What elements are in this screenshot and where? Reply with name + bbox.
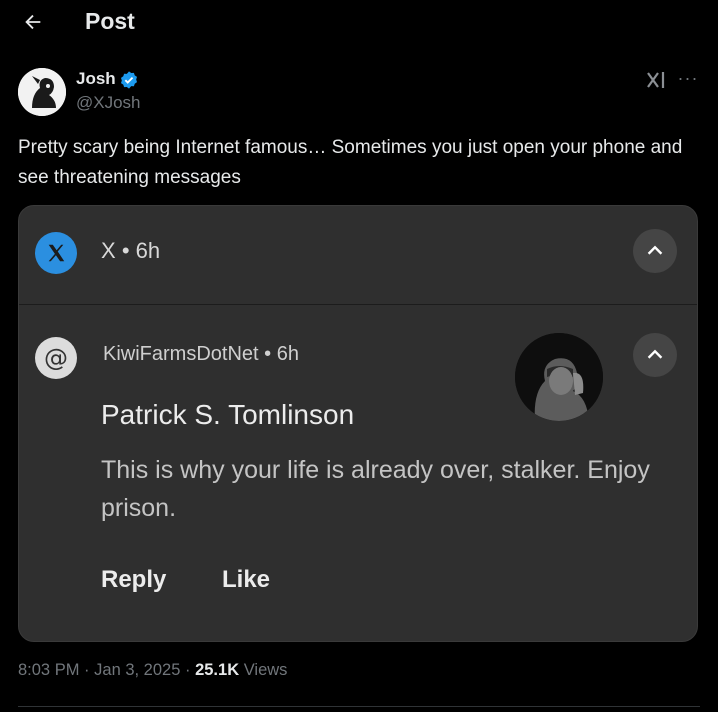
author-handle[interactable]: @XJosh: [76, 93, 141, 113]
divider: [18, 706, 700, 707]
back-button[interactable]: [20, 9, 46, 35]
notification-app-name: X: [101, 238, 116, 263]
reply-action-button[interactable]: Reply: [101, 566, 166, 594]
views-count: 25.1K: [195, 661, 240, 679]
grok-icon: [647, 72, 665, 88]
notification-source-app: KiwiFarmsDotNet: [103, 343, 259, 365]
page-title: Post: [85, 8, 135, 34]
post-time[interactable]: 8:03 PM: [18, 661, 79, 679]
more-options-button[interactable]: ···: [675, 68, 701, 94]
chevron-up-icon: [647, 245, 663, 255]
collapse-button[interactable]: [633, 229, 677, 273]
verified-badge-icon: [121, 71, 137, 89]
chevron-up-icon: [647, 349, 663, 359]
notification-source-line: KiwiFarmsDotNet • 6h: [103, 343, 299, 365]
notification-body: This is why your life is already over, s…: [101, 456, 650, 522]
expand-toggle-button[interactable]: [633, 333, 677, 377]
sender-photo: [515, 333, 603, 421]
arrow-left-icon: [25, 14, 41, 30]
top-bar: Post: [0, 0, 718, 46]
at-sign-icon: @: [35, 337, 77, 379]
notification-header: X • 6h: [19, 206, 697, 305]
post-meta: 8:03 PM · Jan 3, 2025 · 25.1K Views: [18, 661, 288, 679]
notification-source-time: 6h: [276, 343, 299, 365]
views-label: Views: [243, 661, 288, 679]
like-action-button[interactable]: Like: [222, 566, 270, 594]
post-image[interactable]: X • 6h @ KiwiFarmsDotNet • 6h Patrick S.…: [18, 205, 698, 642]
more-icon: ···: [677, 68, 699, 88]
notification-time: 6h: [135, 238, 161, 263]
post-text: Pretty scary being Internet famous… Some…: [18, 137, 683, 188]
grok-button[interactable]: [643, 68, 669, 94]
avatar[interactable]: [18, 68, 66, 116]
notification-app-line: X • 6h: [101, 238, 161, 263]
notification-title: Patrick S. Tomlinson: [101, 399, 355, 430]
x-app-icon: [35, 232, 77, 274]
post-author: Josh @XJosh ···: [18, 66, 698, 118]
post-date[interactable]: Jan 3, 2025: [94, 661, 180, 679]
author-name[interactable]: Josh: [76, 69, 116, 89]
